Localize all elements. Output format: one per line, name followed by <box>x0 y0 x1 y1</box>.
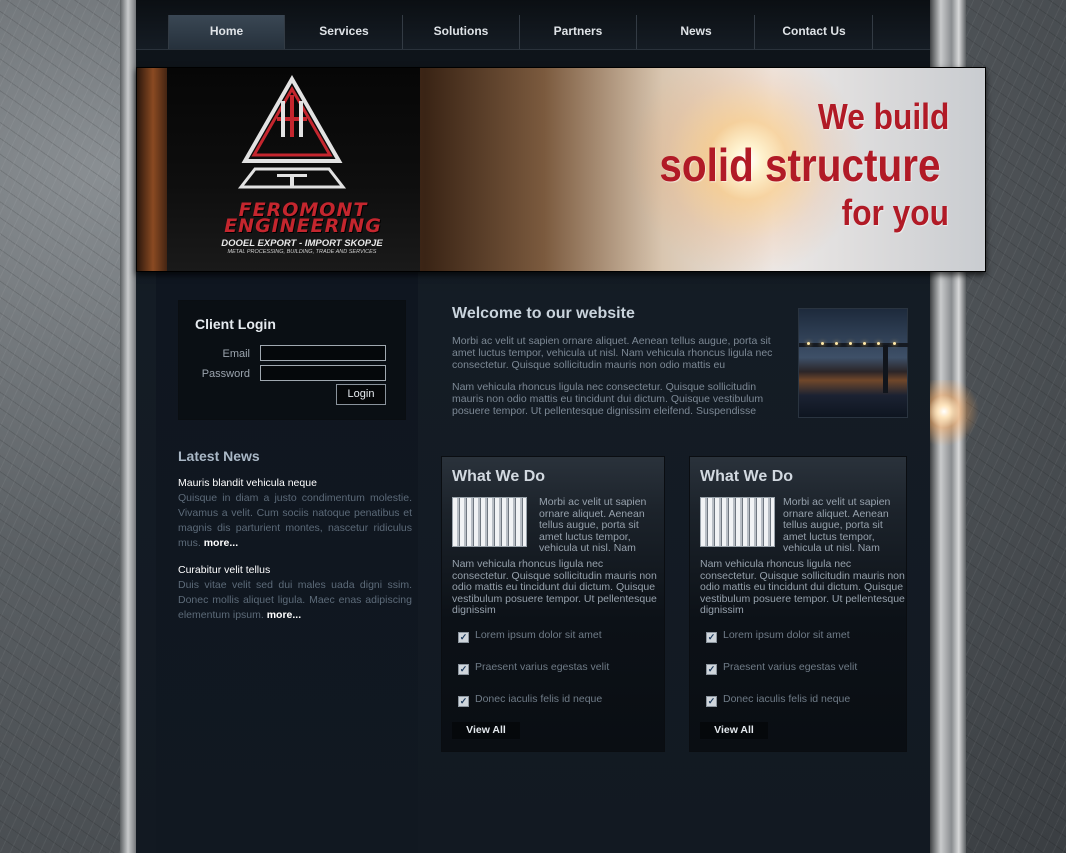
main-nav: Home Services Solutions Partners News Co… <box>136 0 930 50</box>
news-body: Duis vitae velit sed dui males uada dign… <box>178 578 412 623</box>
nav-partners[interactable]: Partners <box>520 15 637 49</box>
bridge-photo <box>798 308 909 418</box>
checkbox-icon: ✓ <box>458 664 469 675</box>
checklist-item: ✓ Praesent varius egestas velit <box>706 661 906 675</box>
bridge-pier <box>883 345 888 393</box>
bridge-light <box>821 342 824 345</box>
login-button[interactable]: Login <box>336 384 386 405</box>
news-more-link[interactable]: more... <box>204 537 238 549</box>
news-more-link[interactable]: more... <box>267 609 301 621</box>
welcome-paragraph-1: Morbi ac velit ut sapien ornare aliquet.… <box>452 335 773 371</box>
bridge-light <box>835 342 838 345</box>
email-field[interactable] <box>260 345 386 361</box>
checklist-item: ✓ Praesent varius egestas velit <box>458 661 658 675</box>
welcome-paragraph-2: Nam vehicula rhoncus ligula nec consecte… <box>452 381 764 417</box>
checkbox-icon: ✓ <box>706 696 717 707</box>
company-name: FEROMONT ENGINEERING <box>224 199 382 237</box>
nav-home[interactable]: Home <box>168 15 285 49</box>
tagline-line-3: for you <box>841 192 949 233</box>
view-all-button[interactable]: View All <box>452 722 520 739</box>
hero-banner: FEROMONT ENGINEERING DOOEL EXPORT - IMPO… <box>136 67 986 272</box>
client-login-panel: Client Login Email Password Login <box>178 300 406 420</box>
checklist-item: ✓ Donec iaculis felis id neque <box>706 693 906 707</box>
bridge-light <box>807 342 810 345</box>
card-body: Nam vehicula rhoncus ligula nec consecte… <box>700 558 905 616</box>
banner-beam <box>137 68 169 271</box>
checkbox-icon: ✓ <box>458 632 469 643</box>
news-body: Quisque in diam a justo condimentum mole… <box>178 491 412 551</box>
welcome-title: Welcome to our website <box>452 305 635 322</box>
view-all-button[interactable]: View All <box>700 722 768 739</box>
what-we-do-card: What We Do Morbi ac velit ut sapien orna… <box>441 456 665 752</box>
company-services: METAL PROCESSING, BUILDING, TRADE AND SE… <box>227 249 377 255</box>
bridge-light <box>849 342 852 345</box>
card-intro: Morbi ac velit ut sapien ornare aliquet.… <box>783 496 891 554</box>
news-headline[interactable]: Mauris blandit vehicula neque <box>178 477 317 489</box>
card-thumbnail <box>452 497 527 547</box>
card-title: What We Do <box>700 468 794 485</box>
card-body: Nam vehicula rhoncus ligula nec consecte… <box>452 558 657 616</box>
password-field[interactable] <box>260 365 386 381</box>
checklist-item: ✓ Donec iaculis felis id neque <box>458 693 658 707</box>
nav-contact-us[interactable]: Contact Us <box>756 15 873 49</box>
email-label: Email <box>222 348 250 360</box>
nav-solutions[interactable]: Solutions <box>403 15 520 49</box>
nav-services[interactable]: Services <box>286 15 403 49</box>
checkbox-icon: ✓ <box>706 664 717 675</box>
checklist-item: ✓ Lorem ipsum dolor sit amet <box>706 629 906 643</box>
card-thumbnail <box>700 497 775 547</box>
checklist-label: Lorem ipsum dolor sit amet <box>475 629 602 641</box>
page-container: Home Services Solutions Partners News Co… <box>136 0 986 853</box>
tagline-line-2: solid structure <box>659 139 941 191</box>
checkbox-icon: ✓ <box>458 696 469 707</box>
bridge-light <box>863 342 866 345</box>
tagline-line-1: We build <box>817 96 949 137</box>
logo[interactable]: FEROMONT ENGINEERING DOOEL EXPORT - IMPO… <box>167 68 420 271</box>
latest-news-title: Latest News <box>178 448 260 464</box>
checklist-label: Donec iaculis felis id neque <box>723 693 851 705</box>
card-intro: Morbi ac velit ut sapien ornare aliquet.… <box>539 496 647 554</box>
what-we-do-card: What We Do Morbi ac velit ut sapien orna… <box>689 456 907 752</box>
company-subtitle: DOOEL EXPORT - IMPORT SKOPJE <box>221 238 383 249</box>
nav-news[interactable]: News <box>638 15 755 49</box>
logo-emblem-icon <box>237 75 347 189</box>
checklist-label: Praesent varius egestas velit <box>723 661 858 673</box>
checklist-label: Donec iaculis felis id neque <box>475 693 603 705</box>
login-title: Client Login <box>195 316 276 332</box>
checkbox-icon: ✓ <box>706 632 717 643</box>
checklist-label: Praesent varius egestas velit <box>475 661 610 673</box>
checklist-label: Lorem ipsum dolor sit amet <box>723 629 850 641</box>
checklist-item: ✓ Lorem ipsum dolor sit amet <box>458 629 658 643</box>
news-headline[interactable]: Curabitur velit tellus <box>178 564 270 576</box>
password-label: Password <box>201 368 250 380</box>
bridge-light <box>877 342 880 345</box>
bridge-light <box>893 342 896 345</box>
card-title: What We Do <box>452 468 546 485</box>
